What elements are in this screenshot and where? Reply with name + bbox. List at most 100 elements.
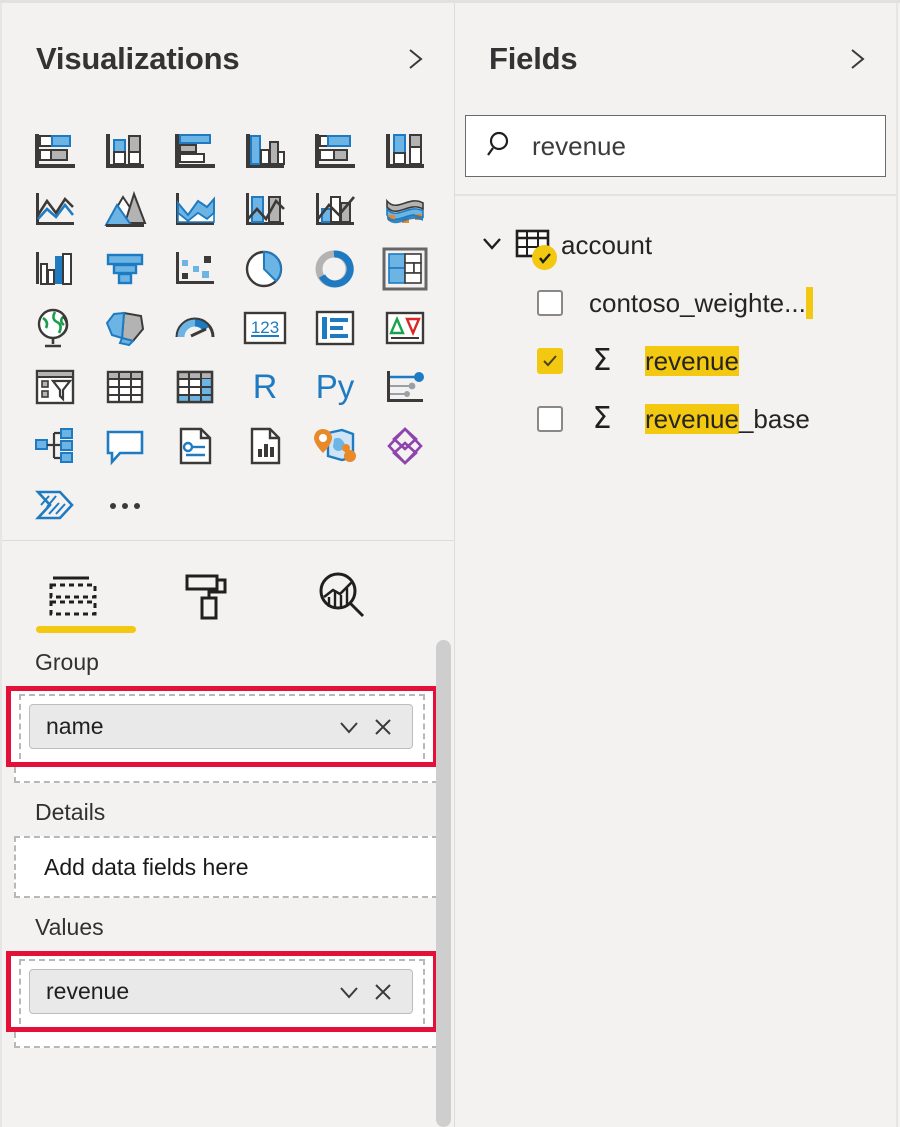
search-match-highlight: revenue <box>645 404 739 434</box>
viz-icon-funnel-chart[interactable] <box>90 239 160 298</box>
viz-icon-power-apps[interactable] <box>370 416 440 475</box>
svg-text:R: R <box>253 368 278 406</box>
viz-icon-line-chart[interactable] <box>20 180 90 239</box>
viz-icon-stacked-bar-chart[interactable] <box>20 121 90 180</box>
viz-icon-line-stacked-column-chart[interactable] <box>230 180 300 239</box>
fields-tree-item-revenue-base[interactable]: Σ revenue_base <box>455 390 896 448</box>
values-well-dropzone[interactable]: revenue <box>19 959 425 1024</box>
viz-icon-clustered-bar-chart[interactable] <box>160 121 230 180</box>
well-label-details: Details <box>2 783 454 836</box>
viz-icon-slicer[interactable] <box>20 357 90 416</box>
svg-text:Py: Py <box>316 368 355 405</box>
viz-icon-smart-narrative[interactable] <box>160 416 230 475</box>
power-bi-panes: Visualizations <box>0 0 900 1127</box>
values-well-highlight: revenue <box>6 951 438 1032</box>
search-match-highlight-edge <box>806 287 813 319</box>
visualizations-title: Visualizations <box>36 41 239 77</box>
viz-icon-r-script-visual[interactable]: R <box>230 357 300 416</box>
chevron-right-icon[interactable] <box>844 46 870 72</box>
analytics-pane-tab[interactable] <box>308 559 374 633</box>
well-label-group: Group <box>2 633 454 686</box>
format-pane-tab[interactable] <box>174 559 240 633</box>
search-match-rest: _base <box>739 404 810 434</box>
fields-tree-table-label: account <box>561 230 652 261</box>
search-input[interactable]: revenue <box>465 115 886 177</box>
fields-tree-table-account[interactable]: account <box>455 216 896 274</box>
search-icon <box>486 129 516 164</box>
viz-icon-q-and-a[interactable] <box>90 416 160 475</box>
viz-icon-python-visual[interactable]: Py <box>300 357 370 416</box>
details-well-placeholder: Add data fields here <box>44 854 249 881</box>
viz-icon-power-automate[interactable] <box>20 475 90 534</box>
viz-icon-more-options[interactable] <box>90 475 160 534</box>
viz-icon-table[interactable] <box>90 357 160 416</box>
field-pill-label: revenue <box>46 978 332 1005</box>
search-match-highlight: revenue <box>645 346 739 376</box>
search-input-value: revenue <box>532 131 626 162</box>
sigma-icon: Σ <box>585 346 619 376</box>
visualization-type-grid: 123 <box>8 115 454 534</box>
viz-icon-key-influencers[interactable] <box>370 357 440 416</box>
viz-icon-stacked-area-chart[interactable] <box>160 180 230 239</box>
viz-icon-scatter-chart[interactable] <box>160 239 230 298</box>
fields-tree-item-contoso-weighted[interactable]: contoso_weighte... <box>455 274 896 332</box>
viz-icon-area-chart[interactable] <box>90 180 160 239</box>
fields-tree-item-label: revenue_base <box>645 404 810 435</box>
field-checkbox[interactable] <box>537 290 563 316</box>
table-icon <box>513 225 553 265</box>
field-pill-revenue[interactable]: revenue <box>29 969 413 1014</box>
fields-search-wrap: revenue <box>465 115 886 177</box>
viz-icon-treemap-chart[interactable] <box>370 239 440 298</box>
field-checkbox[interactable] <box>537 348 563 374</box>
viz-icon-100-stacked-bar-chart[interactable] <box>300 121 370 180</box>
fields-tree: account contoso_weighte... Σ revenue Σ r… <box>455 196 896 448</box>
fields-tree-item-revenue[interactable]: Σ revenue <box>455 332 896 390</box>
viz-icon-ribbon-chart[interactable] <box>370 180 440 239</box>
viz-icon-line-clustered-column-chart[interactable] <box>300 180 370 239</box>
check-badge-icon <box>532 245 557 270</box>
field-pill-name[interactable]: name <box>29 704 413 749</box>
visualizations-header: Visualizations <box>2 3 454 115</box>
sigma-icon: Σ <box>585 404 619 434</box>
field-wells: Group name Details <box>2 633 454 1048</box>
viz-icon-waterfall-chart[interactable] <box>20 239 90 298</box>
close-icon[interactable] <box>366 975 400 1009</box>
viz-icon-filled-map[interactable] <box>90 298 160 357</box>
field-pill-label: name <box>46 713 332 740</box>
viz-icon-donut-chart[interactable] <box>300 239 370 298</box>
close-icon[interactable] <box>366 710 400 744</box>
fields-title: Fields <box>489 41 577 77</box>
chevron-down-icon[interactable] <box>477 228 507 263</box>
active-tab-indicator <box>36 626 136 633</box>
fields-header: Fields <box>455 3 896 115</box>
well-label-values: Values <box>2 898 454 951</box>
group-well-dropzone-tail[interactable] <box>14 767 438 783</box>
visualizations-scrollbar[interactable] <box>436 640 451 1127</box>
viz-icon-pie-chart[interactable] <box>230 239 300 298</box>
viz-icon-matrix[interactable] <box>160 357 230 416</box>
viz-icon-azure-map[interactable] <box>300 416 370 475</box>
viz-icon-decomposition-tree[interactable] <box>20 416 90 475</box>
fields-pane-tab[interactable] <box>40 559 106 633</box>
field-checkbox[interactable] <box>537 406 563 432</box>
viz-icon-multi-row-card[interactable] <box>300 298 370 357</box>
values-well-dropzone-tail[interactable] <box>14 1032 438 1048</box>
fields-tree-item-label: revenue <box>645 346 739 377</box>
viz-icon-map-globe[interactable] <box>20 298 90 357</box>
chevron-right-icon[interactable] <box>402 46 428 72</box>
group-well-dropzone[interactable]: name <box>19 694 425 759</box>
group-well-highlight: name <box>6 686 438 767</box>
fields-pane: Fields revenue <box>455 3 898 1127</box>
viz-icon-stacked-column-chart[interactable] <box>90 121 160 180</box>
viz-icon-gauge-chart[interactable] <box>160 298 230 357</box>
chevron-down-icon[interactable] <box>332 975 366 1009</box>
viz-icon-100-stacked-column-chart[interactable] <box>370 121 440 180</box>
visualizations-pane: Visualizations <box>0 3 455 1127</box>
viz-icon-paginated-report[interactable] <box>230 416 300 475</box>
viz-icon-card-123[interactable]: 123 <box>230 298 300 357</box>
details-well-dropzone[interactable]: Add data fields here <box>14 836 438 898</box>
viz-icon-clustered-column-chart[interactable] <box>230 121 300 180</box>
chevron-down-icon[interactable] <box>332 710 366 744</box>
viz-icon-kpi[interactable] <box>370 298 440 357</box>
svg-text:123: 123 <box>251 318 279 337</box>
